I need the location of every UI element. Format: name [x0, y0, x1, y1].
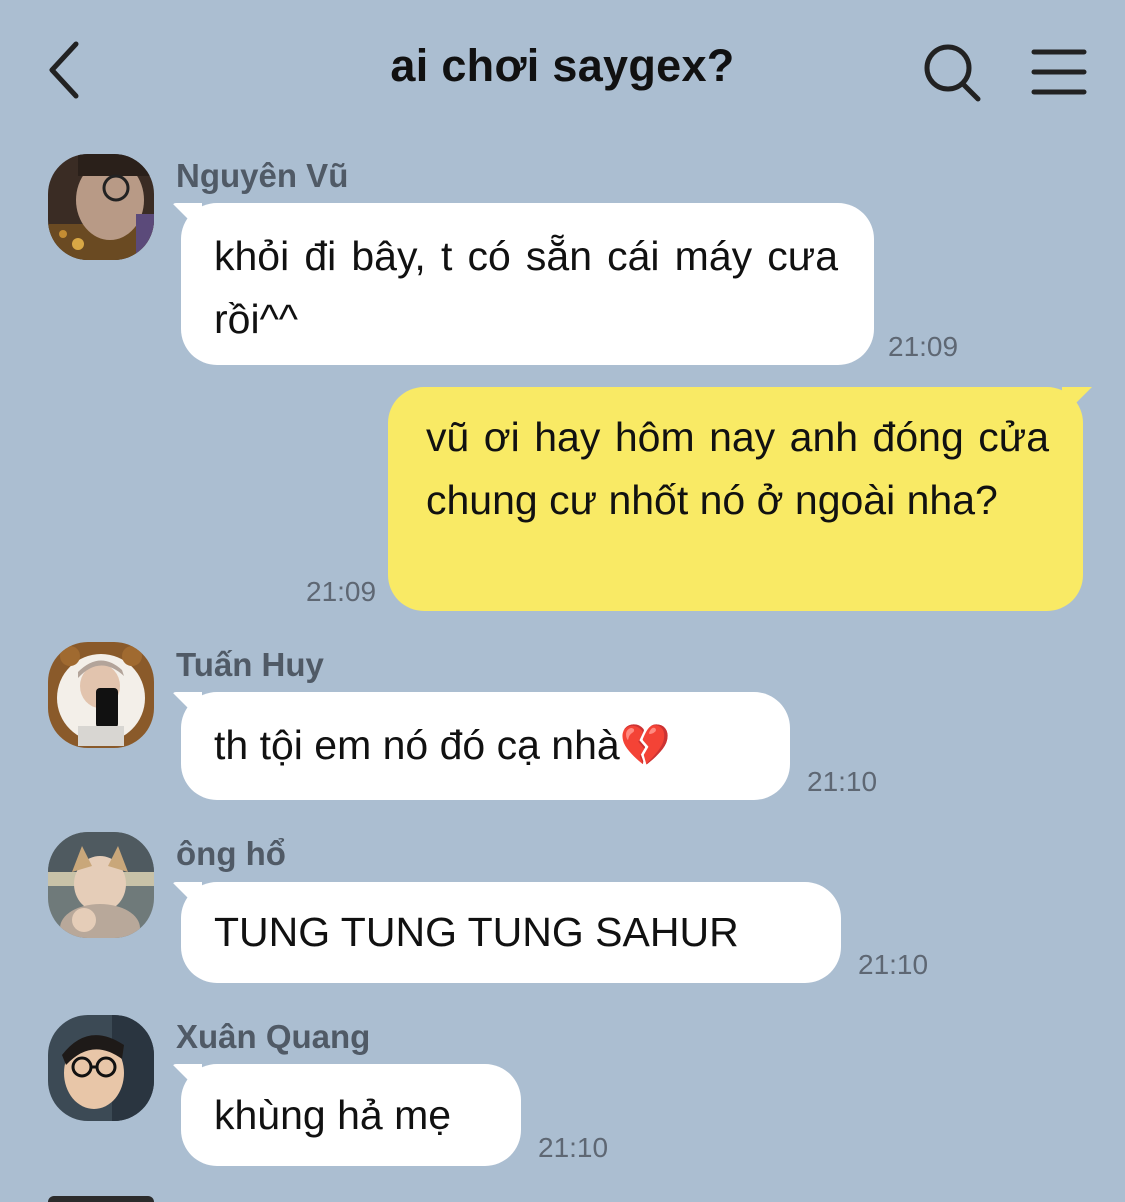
avatar[interactable] — [48, 154, 154, 260]
message-bubble[interactable]: khùng hả mẹ — [181, 1064, 521, 1166]
message-text: th tội em nó đó cạ nhà💔 — [214, 722, 671, 768]
sender-name: Xuân Quang — [176, 1018, 371, 1055]
avatar[interactable] — [48, 1015, 154, 1121]
search-icon — [924, 44, 981, 102]
avatar[interactable] — [48, 642, 154, 748]
message-timestamp: 21:10 — [538, 1132, 609, 1163]
message-text: khùng hả mẹ — [214, 1092, 452, 1138]
avatar-photo-icon — [48, 642, 154, 748]
message-bubble[interactable]: vũ ơi hay hôm nay anh đóng cửa chung cư … — [388, 387, 1083, 611]
search-button[interactable] — [918, 40, 986, 104]
sender-name: Tuấn Huy — [176, 646, 324, 683]
avatar-photo-icon — [48, 154, 154, 260]
message-text: TUNG TUNG TUNG SAHUR — [214, 909, 739, 955]
message-timestamp: 21:09 — [306, 576, 377, 607]
message-bubble[interactable]: TUNG TUNG TUNG SAHUR — [181, 882, 841, 983]
message-timestamp: 21:10 — [858, 949, 929, 980]
message-text: vũ ơi hay hôm nay anh đóng cửa chung cư … — [426, 414, 1049, 523]
avatar-photo-icon — [48, 832, 154, 938]
message-text: khỏi đi bây, t có sẵn cái máy cưa rồi^^ — [214, 233, 838, 342]
message-bubble[interactable]: khỏi đi bây, t có sẵn cái máy cưa rồi^^ — [181, 203, 874, 365]
chat-header: ai chơi saygex? — [0, 0, 1125, 140]
menu-icon — [1031, 49, 1087, 95]
sender-name: Nguyên Vũ — [176, 157, 349, 194]
avatar[interactable] — [48, 1196, 154, 1202]
message-timestamp: 21:10 — [807, 766, 878, 797]
avatar-photo-icon — [48, 1015, 154, 1121]
message-timestamp: 21:09 — [888, 331, 959, 362]
avatar[interactable] — [48, 832, 154, 938]
sender-name: ông hổ — [176, 835, 286, 872]
menu-button[interactable] — [1028, 44, 1090, 100]
message-bubble[interactable]: th tội em nó đó cạ nhà💔 — [181, 692, 790, 800]
